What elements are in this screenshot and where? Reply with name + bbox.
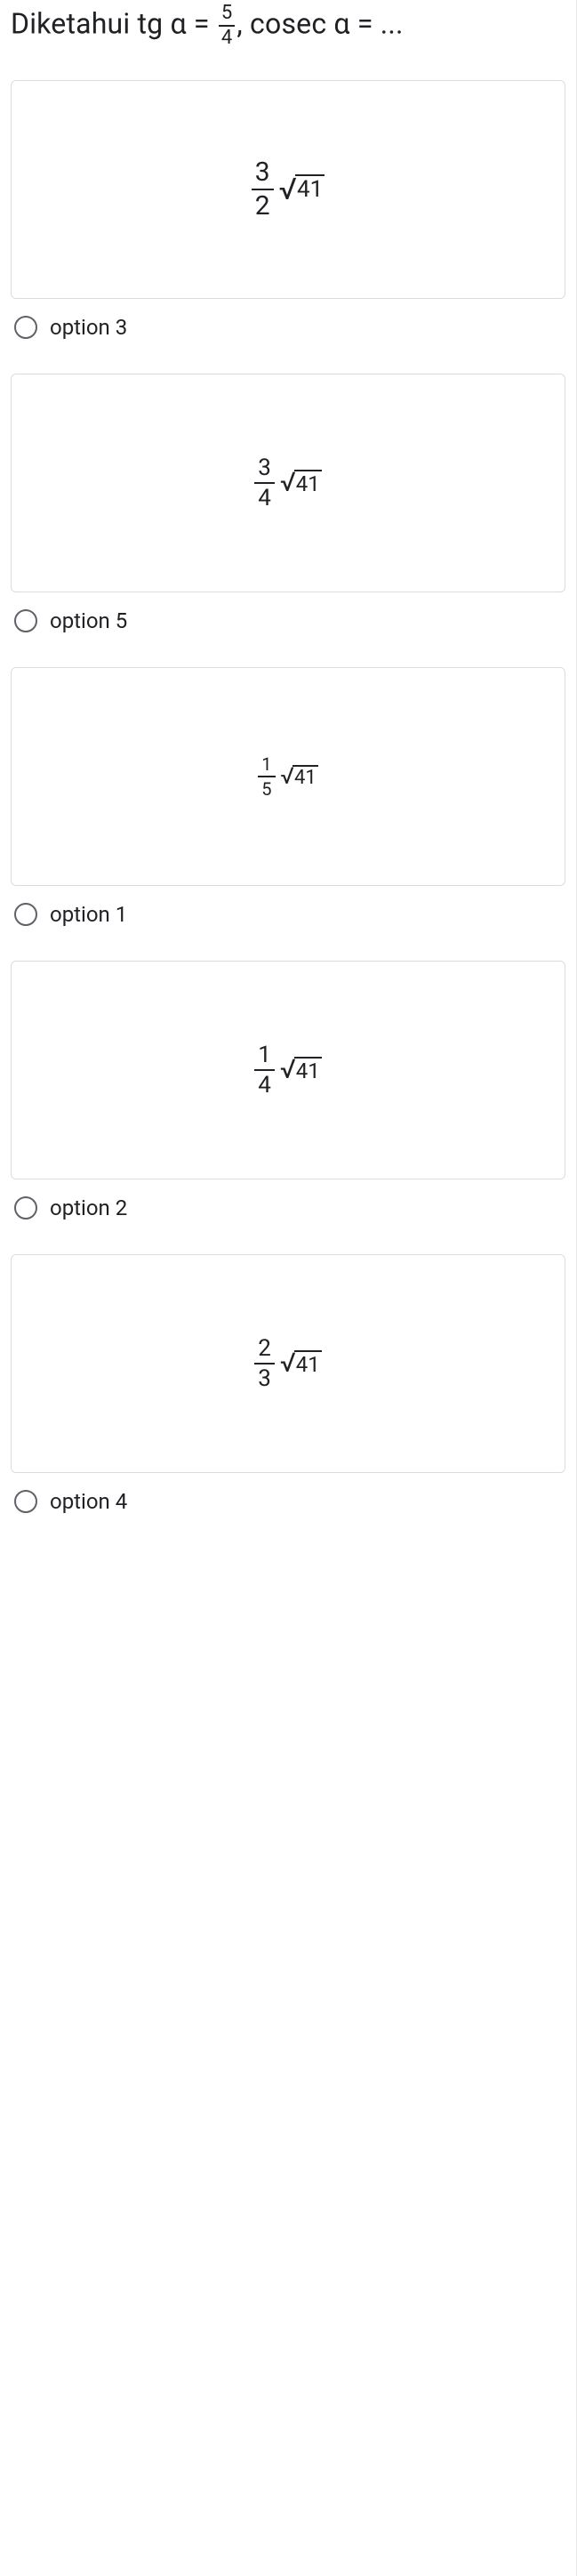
coefficient-fraction: 2 3 [254,1337,275,1390]
form-container: Diketahui tg α = 5 4 , cosec α = ... 3 2… [0,0,577,2576]
question-prefix: Diketahui tg α = [11,6,210,40]
option-image-card: 1 5 √ 41 [11,667,565,886]
math-expression: 1 5 √ 41 [258,755,318,798]
radicand: 41 [294,1350,322,1375]
square-root: √ 41 [280,1350,322,1377]
question-text: Diketahui tg α = 5 4 , cosec α = ... [11,0,565,80]
question-suffix: , cosec α = ... [236,6,403,40]
option-block: 1 4 √ 41 option 2 [11,961,565,1220]
fraction-denominator: 4 [254,1071,275,1097]
radical-icon: √ [279,174,297,205]
option-block: 1 5 √ 41 option 1 [11,667,565,927]
option-row[interactable]: option 4 [11,1473,565,1514]
fraction-denominator: 5 [258,777,275,798]
fraction-denominator: 3 [254,1364,275,1390]
option-label: option 4 [50,1489,127,1514]
option-label: option 5 [50,608,127,633]
radio-icon[interactable] [14,1490,37,1513]
coefficient-fraction: 3 4 [254,456,275,510]
option-image-card: 3 4 √ 41 [11,374,565,592]
fraction-numerator: 1 [254,1043,275,1071]
radio-icon[interactable] [14,1196,37,1220]
option-row[interactable]: option 5 [11,592,565,633]
fraction-numerator: 1 [258,755,275,777]
option-image-card: 3 2 √ 41 [11,80,565,299]
option-label: option 2 [50,1195,127,1220]
radicand: 41 [293,765,318,788]
option-image-card: 1 4 √ 41 [11,961,565,1179]
fraction-denominator: 4 [219,27,236,48]
option-label: option 1 [50,902,127,927]
fraction-denominator: 4 [254,484,275,510]
radicand: 41 [295,174,325,201]
option-image-card: 2 3 √ 41 [11,1254,565,1473]
fraction-numerator: 3 [254,456,275,484]
square-root: √ 41 [280,470,322,496]
square-root: √ 41 [280,1057,322,1083]
fraction-denominator: 2 [252,190,274,220]
radio-icon[interactable] [14,903,37,926]
option-row[interactable]: option 2 [11,1179,565,1220]
math-expression: 3 2 √ 41 [252,159,325,220]
option-row[interactable]: option 1 [11,886,565,927]
radio-icon[interactable] [14,609,37,632]
fraction-numerator: 5 [219,4,236,27]
math-expression: 2 3 √ 41 [254,1337,322,1390]
option-block: 3 4 √ 41 option 5 [11,374,565,633]
option-block: 2 3 √ 41 option 4 [11,1254,565,1514]
option-label: option 3 [50,315,127,340]
coefficient-fraction: 3 2 [252,159,274,220]
option-block: 3 2 √ 41 option 3 [11,80,565,340]
fraction-numerator: 3 [252,159,274,190]
radicand: 41 [294,1057,322,1082]
math-expression: 3 4 √ 41 [254,456,322,510]
fraction-numerator: 2 [254,1337,275,1364]
question-fraction: 5 4 [217,4,237,48]
coefficient-fraction: 1 4 [254,1043,275,1097]
square-root: √ 41 [281,765,318,788]
option-row[interactable]: option 3 [11,299,565,340]
coefficient-fraction: 1 5 [258,755,275,798]
square-root: √ 41 [279,174,325,205]
radicand: 41 [294,470,322,495]
math-expression: 1 4 √ 41 [254,1043,322,1097]
radio-icon[interactable] [14,316,37,339]
